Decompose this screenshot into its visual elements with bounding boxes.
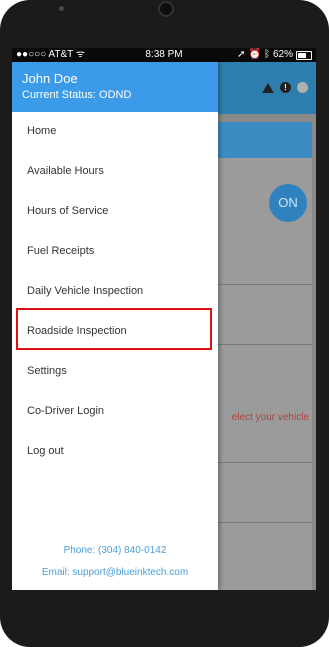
menu-item-home[interactable]: Home bbox=[12, 112, 218, 152]
phone-frame: ●●○○○ AT&T ᯤ 8:38 PM ➚ ⏰ ᛒ 62% ! ON elec… bbox=[0, 0, 329, 647]
select-vehicle-text[interactable]: elect your vehicle bbox=[217, 412, 309, 423]
menu-item-label: Log out bbox=[27, 445, 64, 457]
divider bbox=[217, 344, 312, 345]
on-toggle-button[interactable]: ON bbox=[269, 184, 307, 222]
divider bbox=[217, 284, 312, 285]
battery-percent: 62% bbox=[272, 49, 293, 60]
divider bbox=[217, 522, 312, 523]
menu-item-label: Fuel Receipts bbox=[27, 245, 95, 257]
bluetooth-icon: ᛒ bbox=[263, 49, 270, 60]
status-right: ➚ ⏰ ᛒ 62% bbox=[237, 48, 312, 62]
menu-item-label: Home bbox=[27, 125, 57, 137]
alert-circle-icon[interactable]: ! bbox=[280, 82, 291, 93]
menu-item-co-driver-login[interactable]: Co-Driver Login bbox=[12, 392, 218, 432]
sensor-dot bbox=[59, 6, 64, 11]
menu-item-label: Daily Vehicle Inspection bbox=[27, 285, 144, 297]
location-arrow-icon: ➚ bbox=[237, 49, 246, 60]
menu-item-hours-of-service[interactable]: Hours of Service bbox=[12, 192, 218, 232]
user-name: John Doe bbox=[22, 71, 78, 86]
drawer-header: John Doe Current Status: ODND bbox=[12, 62, 218, 112]
menu-item-daily-vehicle-inspection[interactable]: Daily Vehicle Inspection bbox=[12, 272, 218, 312]
menu-item-log-out[interactable]: Log out bbox=[12, 432, 218, 472]
front-camera bbox=[158, 1, 174, 17]
battery-icon bbox=[296, 50, 312, 60]
app-panel bbox=[217, 158, 312, 590]
current-status: Current Status: ODND bbox=[22, 89, 132, 101]
status-dot-icon bbox=[297, 82, 308, 93]
highlight-box bbox=[16, 308, 212, 350]
warning-triangle-icon[interactable] bbox=[262, 82, 274, 93]
support-email-link[interactable]: Email: support@blueinktech.com bbox=[12, 567, 218, 578]
menu-item-label: Available Hours bbox=[27, 165, 104, 177]
navigation-drawer: John Doe Current Status: ODND Home Avail… bbox=[12, 62, 218, 590]
app-card bbox=[217, 122, 312, 158]
menu-item-available-hours[interactable]: Available Hours bbox=[12, 152, 218, 192]
menu-item-label: Hours of Service bbox=[27, 205, 109, 217]
divider bbox=[217, 462, 312, 463]
menu-item-fuel-receipts[interactable]: Fuel Receipts bbox=[12, 232, 218, 272]
alarm-icon: ⏰ bbox=[248, 49, 261, 60]
status-bar: ●●○○○ AT&T ᯤ 8:38 PM ➚ ⏰ ᛒ 62% bbox=[12, 48, 316, 62]
support-phone-link[interactable]: Phone: (304) 840-0142 bbox=[12, 545, 218, 556]
menu-item-label: Settings bbox=[27, 365, 67, 377]
menu-item-settings[interactable]: Settings bbox=[12, 352, 218, 392]
menu-item-label: Co-Driver Login bbox=[27, 405, 105, 417]
header-icons: ! bbox=[262, 82, 308, 93]
screen: ●●○○○ AT&T ᯤ 8:38 PM ➚ ⏰ ᛒ 62% ! ON elec… bbox=[12, 48, 316, 590]
